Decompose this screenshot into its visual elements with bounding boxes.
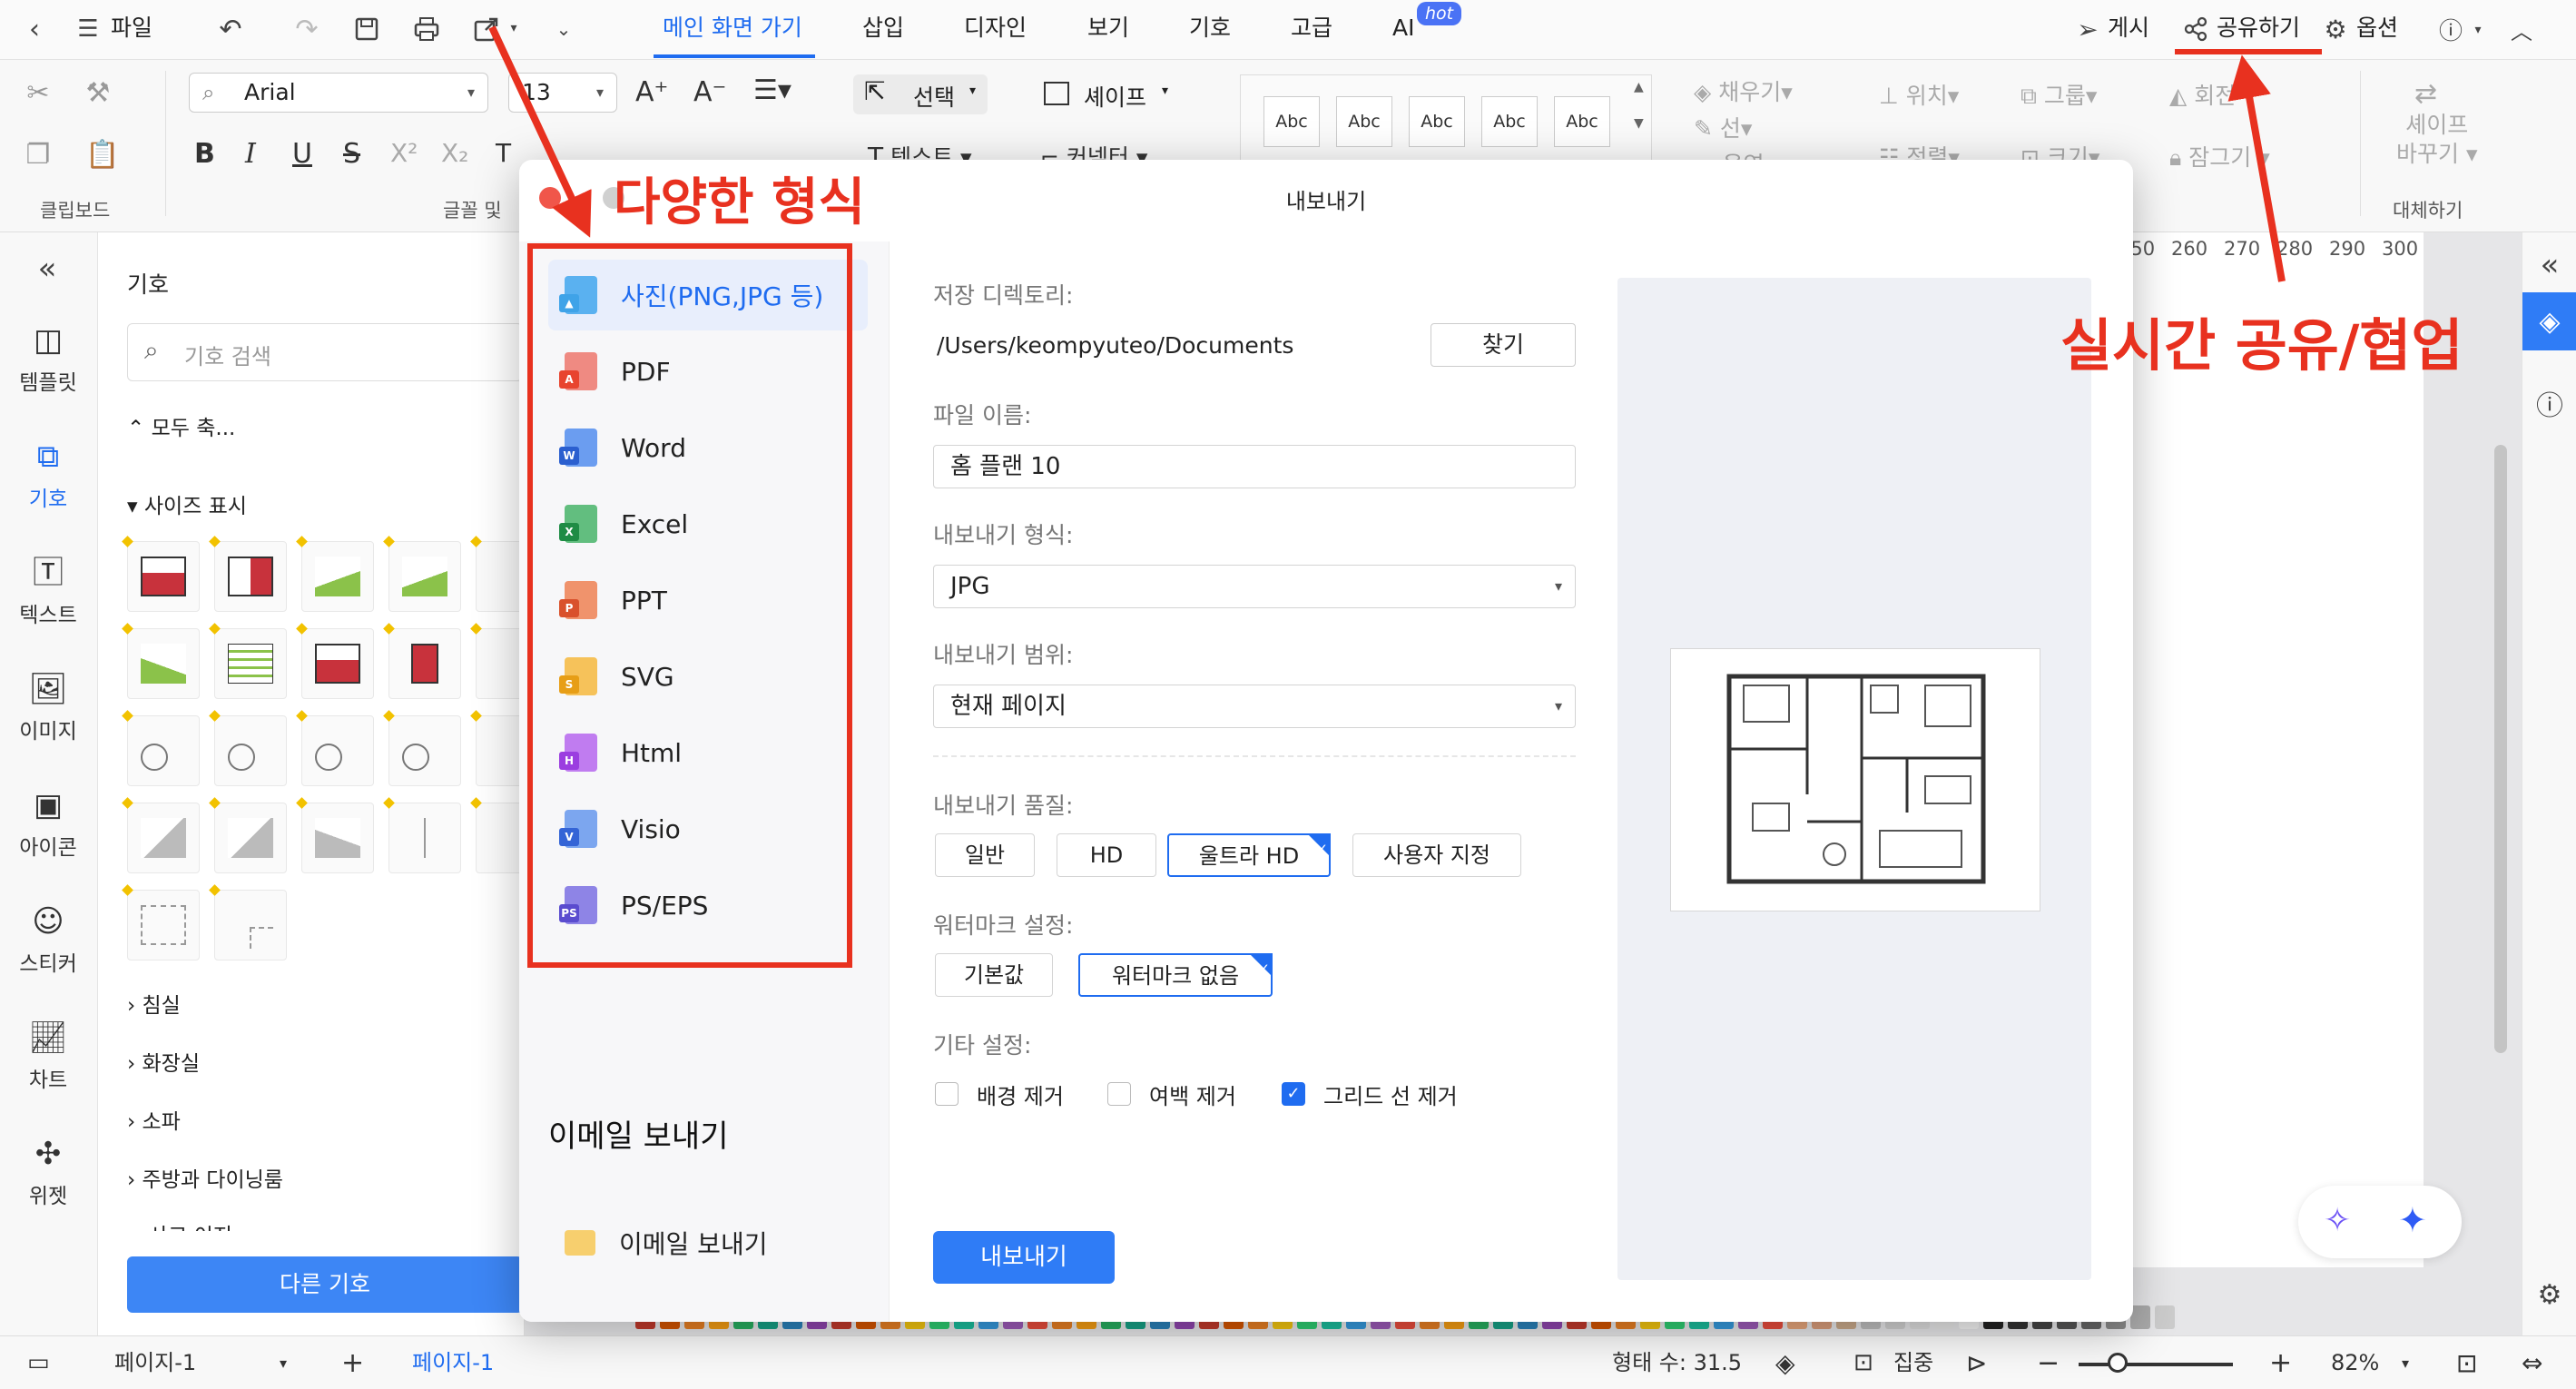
arrow-to-share [2227,54,2286,282]
arrow-to-formats [488,25,592,238]
annotation-arrows [488,25,2286,282]
